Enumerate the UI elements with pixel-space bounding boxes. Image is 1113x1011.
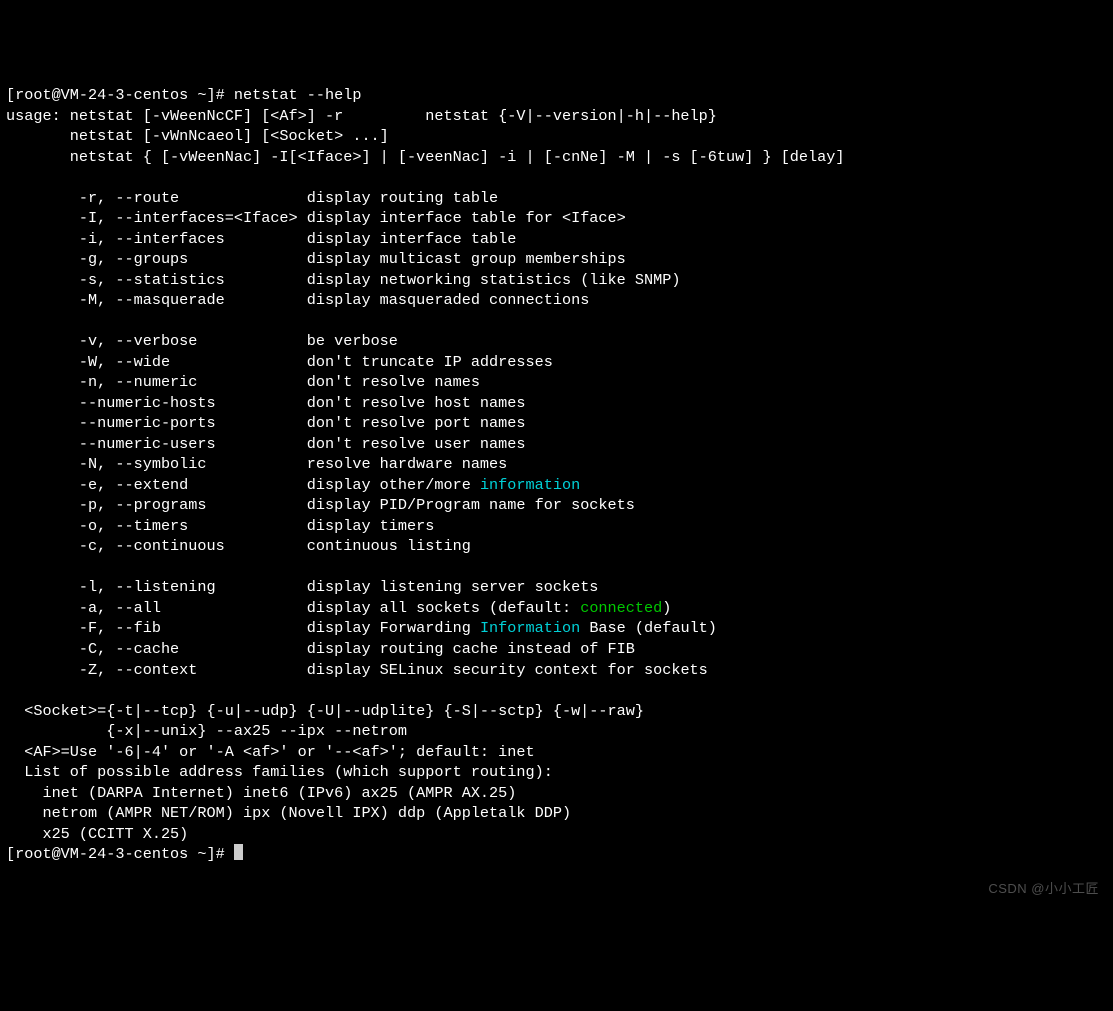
option-line: -e, --extend display other/more informat… — [79, 476, 580, 494]
usage-line: netstat [-vWnNcaeol] [<Socket> ...] — [6, 127, 389, 145]
option-line: -p, --programs display PID/Program name … — [79, 496, 635, 514]
prompt[interactable]: [root@VM-24-3-centos ~]# — [6, 845, 234, 863]
af-syntax: <AF>=Use '-6|-4' or '-A <af>' or '--<af>… — [6, 743, 535, 761]
cursor[interactable] — [234, 844, 243, 860]
watermark: CSDN @小小工匠 — [988, 880, 1099, 898]
socket-syntax: {-x|--unix} --ax25 --ipx --netrom — [6, 722, 407, 740]
option-line: -Z, --context display SELinux security c… — [79, 661, 708, 679]
usage-line: netstat { [-vWeenNac] -I[<Iface>] | [-ve… — [6, 148, 845, 166]
option-line: -n, --numeric don't resolve names — [79, 373, 480, 391]
option-line: -F, --fib display Forwarding Information… — [79, 619, 717, 637]
terminal-output: [root@VM-24-3-centos ~]# netstat --help … — [6, 85, 1107, 865]
option-line: --numeric-users don't resolve user names — [79, 435, 526, 453]
address-family-line: inet (DARPA Internet) inet6 (IPv6) ax25 … — [6, 784, 526, 802]
option-line: -l, --listening display listening server… — [79, 578, 599, 596]
option-line: -v, --verbose be verbose — [79, 332, 398, 350]
option-line: -g, --groups display multicast group mem… — [79, 250, 626, 268]
highlight-word: information — [480, 476, 580, 494]
command-text: netstat --help — [234, 86, 362, 104]
option-line: -s, --statistics display networking stat… — [79, 271, 681, 289]
option-line: -c, --continuous continuous listing — [79, 537, 471, 555]
prompt: [root@VM-24-3-centos ~]# — [6, 86, 234, 104]
address-family-line: netrom (AMPR NET/ROM) ipx (Novell IPX) d… — [6, 804, 580, 822]
highlight-word: connected — [580, 599, 662, 617]
option-line: -C, --cache display routing cache instea… — [79, 640, 635, 658]
option-line: --numeric-ports don't resolve port names — [79, 414, 526, 432]
address-families-header: List of possible address families (which… — [6, 763, 553, 781]
option-line: -I, --interfaces=<Iface> display interfa… — [79, 209, 626, 227]
option-line: -M, --masquerade display masqueraded con… — [79, 291, 589, 309]
usage-line: usage: netstat [-vWeenNcCF] [<Af>] -r ne… — [6, 107, 717, 125]
option-line: -N, --symbolic resolve hardware names — [79, 455, 507, 473]
address-family-line: x25 (CCITT X.25) — [6, 825, 197, 843]
option-line: -W, --wide don't truncate IP addresses — [79, 353, 553, 371]
option-line: -i, --interfaces display interface table — [79, 230, 516, 248]
option-line: -r, --route display routing table — [79, 189, 498, 207]
socket-syntax: <Socket>={-t|--tcp} {-u|--udp} {-U|--udp… — [6, 702, 644, 720]
option-line: -a, --all display all sockets (default: … — [79, 599, 671, 617]
highlight-word: Information — [480, 619, 580, 637]
option-line: -o, --timers display timers — [79, 517, 434, 535]
option-line: --numeric-hosts don't resolve host names — [79, 394, 526, 412]
